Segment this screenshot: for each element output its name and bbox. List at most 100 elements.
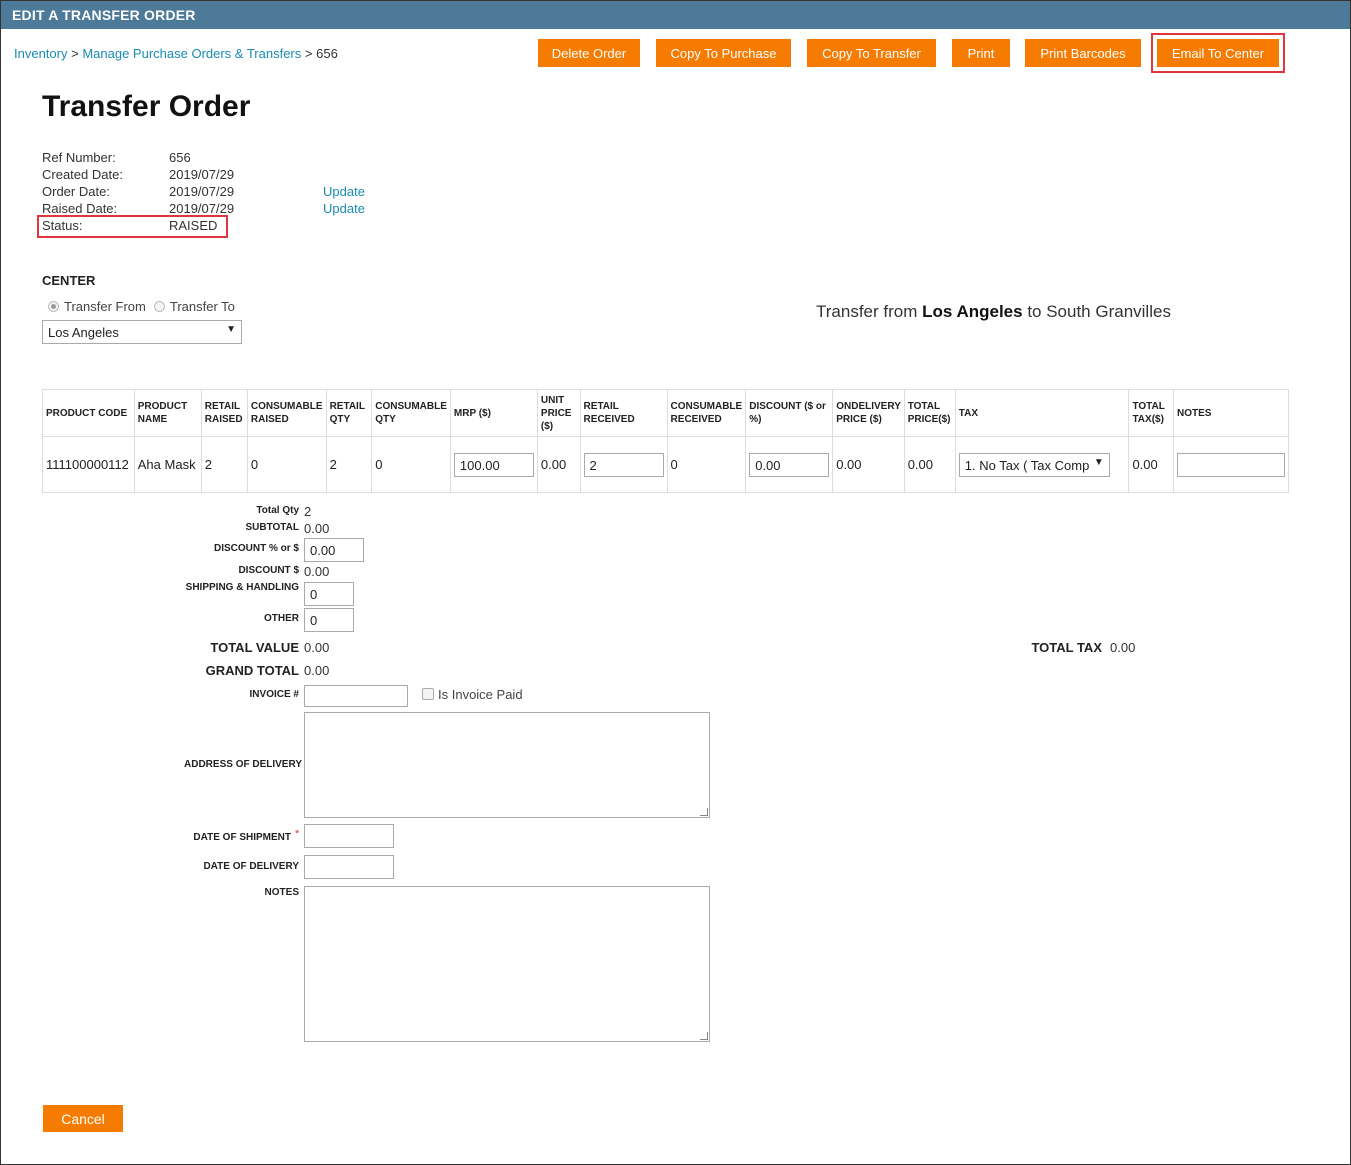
grand-total-value: 0.00 xyxy=(304,663,330,678)
raised-date-value: 2019/07/29 xyxy=(169,201,235,216)
delivery-date-input[interactable] xyxy=(304,855,394,879)
cell-retail-received: 2 xyxy=(579,436,668,493)
transfer-heading: Transfer from Los Angeles to South Granv… xyxy=(816,302,1171,322)
total-tax-value: 0.00 xyxy=(1110,640,1136,655)
product-table: PRODUCT CODE PRODUCT NAME RETAIL RAISED … xyxy=(42,389,1289,493)
mrp-input[interactable]: 100.00 xyxy=(453,452,534,477)
table-row: 111100000112 Aha Mask 2 0 2 0 100.00 0.0… xyxy=(42,436,1289,493)
col-tax: TAX xyxy=(954,389,1130,437)
page-title: Transfer Order xyxy=(42,90,251,123)
breadcrumb: Inventory > Manage Purchase Orders & Tra… xyxy=(14,46,338,61)
col-notes: NOTES xyxy=(1173,389,1289,437)
center-select-value: Los Angeles xyxy=(48,325,119,340)
order-date-label: Order Date: xyxy=(42,184,110,199)
discount-input[interactable]: 0.00 xyxy=(749,452,830,477)
ref-number-label: Ref Number: xyxy=(42,150,116,165)
dropdown-arrow-icon: ▼ xyxy=(226,324,236,335)
col-consumable-raised: CONSUMABLE RAISED xyxy=(246,389,327,437)
col-mrp: MRP ($) xyxy=(449,389,538,437)
shipping-label: SHIPPING & HANDLING xyxy=(185,582,299,593)
total-value-value: 0.00 xyxy=(304,640,330,655)
tax-select[interactable]: 1. No Tax ( Tax Comp ▼ xyxy=(958,452,1110,477)
transfer-from-radio[interactable] xyxy=(48,301,59,312)
transfer-to-label: Transfer To xyxy=(169,299,235,314)
col-consumable-qty: CONSUMABLE QTY xyxy=(371,389,451,437)
order-date-value: 2019/07/29 xyxy=(169,184,235,199)
delete-order-button[interactable]: Delete Order xyxy=(538,39,640,67)
col-consumable-received: CONSUMABLE RECEIVED xyxy=(666,389,747,437)
resize-handle-icon[interactable] xyxy=(700,808,708,816)
dropdown-arrow-icon: ▼ xyxy=(1093,456,1104,468)
other-label: OTHER xyxy=(264,613,299,624)
cell-total-tax: 0.00 xyxy=(1128,436,1174,493)
invoice-label: INVOICE # xyxy=(249,689,299,700)
breadcrumb-current: 656 xyxy=(316,46,338,61)
col-retail-received: RETAIL RECEIVED xyxy=(579,389,668,437)
resize-handle-icon[interactable] xyxy=(700,1032,708,1040)
table-header-row: PRODUCT CODE PRODUCT NAME RETAIL RAISED … xyxy=(42,389,1289,437)
copy-to-purchase-button[interactable]: Copy To Purchase xyxy=(656,39,791,67)
row-notes-input[interactable] xyxy=(1177,452,1285,477)
notes-label: NOTES xyxy=(264,887,299,898)
discount-pct-label: DISCOUNT % or $ xyxy=(213,543,299,554)
cell-product-name: Aha Mask xyxy=(133,436,202,493)
col-total-price: TOTAL PRICE($) xyxy=(903,389,956,437)
invoice-paid-group: Is Invoice Paid xyxy=(422,687,523,702)
shipping-input[interactable]: 0 xyxy=(304,582,354,606)
ref-number-value: 656 xyxy=(169,150,191,165)
address-label: ADDRESS OF DELIVERY xyxy=(184,759,302,770)
col-product-name: PRODUCT NAME xyxy=(133,389,202,437)
transfer-direction-group: Transfer From Transfer To xyxy=(48,299,235,314)
created-date-label: Created Date: xyxy=(42,167,123,182)
col-unit-price: UNIT PRICE ($) xyxy=(536,389,581,437)
cell-retail-qty: 2 xyxy=(325,436,373,493)
total-value-label: TOTAL VALUE xyxy=(210,640,299,655)
shipment-date-label: DATE OF SHIPMENT xyxy=(193,832,291,843)
breadcrumb-manage-orders-link[interactable]: Manage Purchase Orders & Transfers xyxy=(82,46,301,61)
transfer-from-label: Transfer From xyxy=(64,299,146,314)
transfer-heading-from: Los Angeles xyxy=(922,302,1023,321)
cell-total-price: 0.00 xyxy=(903,436,956,493)
col-retail-qty: RETAIL QTY xyxy=(325,389,373,437)
other-input[interactable]: 0 xyxy=(304,608,354,632)
discount-pct-input[interactable]: 0.00 xyxy=(304,538,364,562)
tax-select-value: 1. No Tax ( Tax Comp xyxy=(964,457,1090,473)
col-total-tax: TOTAL TAX($) xyxy=(1128,389,1174,437)
invoice-input[interactable] xyxy=(304,685,408,707)
created-date-value: 2019/07/29 xyxy=(169,167,235,182)
update-order-date-link[interactable]: Update xyxy=(323,184,365,199)
notes-textarea[interactable] xyxy=(304,886,710,1042)
raised-date-label: Raised Date: xyxy=(42,201,118,216)
transfer-to-radio[interactable] xyxy=(153,301,165,312)
cell-mrp: 100.00 xyxy=(449,436,538,493)
grand-total-label: GRAND TOTAL xyxy=(205,663,299,678)
print-barcodes-button[interactable]: Print Barcodes xyxy=(1025,39,1141,67)
invoice-paid-label: Is Invoice Paid xyxy=(438,687,523,702)
delivery-date-label: DATE OF DELIVERY xyxy=(203,861,299,872)
cancel-button[interactable]: Cancel xyxy=(43,1105,123,1132)
page-header: EDIT A TRANSFER ORDER xyxy=(1,1,1350,29)
cell-tax: 1. No Tax ( Tax Comp ▼ xyxy=(954,436,1130,493)
cell-consumable-received: 0 xyxy=(666,436,747,493)
address-textarea[interactable] xyxy=(304,712,710,818)
cell-discount: 0.00 xyxy=(745,436,834,493)
subtotal-label: SUBTOTAL xyxy=(245,522,299,533)
cell-ondelivery-price: 0.00 xyxy=(832,436,905,493)
col-discount: DISCOUNT ($ or %) xyxy=(745,389,834,437)
breadcrumb-inventory-link[interactable]: Inventory xyxy=(14,46,67,61)
email-button-highlight xyxy=(1151,33,1285,73)
print-button[interactable]: Print xyxy=(952,39,1010,67)
transfer-heading-to: to South Granvilles xyxy=(1027,302,1171,321)
discount-amount-label: DISCOUNT $ xyxy=(238,565,299,576)
breadcrumb-separator: > xyxy=(71,46,79,61)
status-highlight xyxy=(37,215,228,238)
center-select[interactable]: Los Angeles ▼ xyxy=(42,320,242,344)
shipment-date-input[interactable] xyxy=(304,824,394,848)
col-ondelivery-price: ONDELIVERY PRICE ($) xyxy=(832,389,905,437)
update-raised-date-link[interactable]: Update xyxy=(323,201,365,216)
cell-consumable-raised: 0 xyxy=(246,436,327,493)
col-product-code: PRODUCT CODE xyxy=(42,389,135,437)
copy-to-transfer-button[interactable]: Copy To Transfer xyxy=(807,39,936,67)
invoice-paid-checkbox[interactable] xyxy=(422,688,434,700)
retail-received-input[interactable]: 2 xyxy=(583,452,664,477)
